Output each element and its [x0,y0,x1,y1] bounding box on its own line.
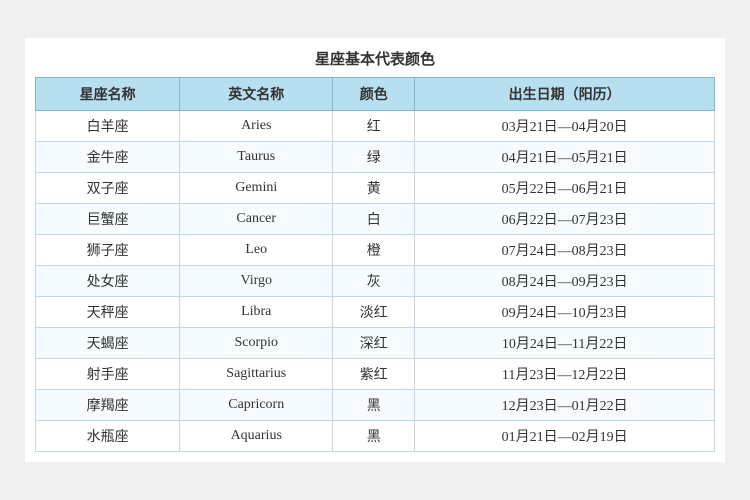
table-row: 摩羯座Capricorn黑12月23日—01月22日 [36,390,715,421]
header-color: 颜色 [333,78,415,111]
table-row: 金牛座Taurus绿04月21日—05月21日 [36,142,715,173]
cell-dates: 10月24日—11月22日 [415,328,715,359]
cell-zh: 摩羯座 [36,390,180,421]
cell-zh: 狮子座 [36,235,180,266]
cell-color: 绿 [333,142,415,173]
cell-dates: 11月23日—12月22日 [415,359,715,390]
cell-zh: 双子座 [36,173,180,204]
table-row: 巨蟹座Cancer白06月22日—07月23日 [36,204,715,235]
table-row: 处女座Virgo灰08月24日—09月23日 [36,266,715,297]
page-title: 星座基本代表颜色 [35,48,715,69]
cell-zh: 金牛座 [36,142,180,173]
cell-zh: 射手座 [36,359,180,390]
cell-color: 深红 [333,328,415,359]
cell-zh: 白羊座 [36,111,180,142]
cell-dates: 09月24日—10月23日 [415,297,715,328]
cell-zh: 天蝎座 [36,328,180,359]
header-dates: 出生日期（阳历） [415,78,715,111]
cell-dates: 04月21日—05月21日 [415,142,715,173]
cell-color: 黑 [333,390,415,421]
cell-en: Leo [180,235,333,266]
cell-en: Cancer [180,204,333,235]
header-en: 英文名称 [180,78,333,111]
cell-color: 黑 [333,421,415,452]
table-row: 狮子座Leo橙07月24日—08月23日 [36,235,715,266]
table-row: 射手座Sagittarius紫红11月23日—12月22日 [36,359,715,390]
cell-color: 黄 [333,173,415,204]
zodiac-table: 星座名称 英文名称 颜色 出生日期（阳历） 白羊座Aries红03月21日—04… [35,77,715,452]
cell-en: Capricorn [180,390,333,421]
cell-color: 红 [333,111,415,142]
cell-en: Gemini [180,173,333,204]
cell-dates: 08月24日—09月23日 [415,266,715,297]
cell-en: Libra [180,297,333,328]
cell-dates: 07月24日—08月23日 [415,235,715,266]
header-zh: 星座名称 [36,78,180,111]
cell-color: 橙 [333,235,415,266]
table-row: 水瓶座Aquarius黑01月21日—02月19日 [36,421,715,452]
cell-zh: 巨蟹座 [36,204,180,235]
cell-en: Aquarius [180,421,333,452]
cell-en: Aries [180,111,333,142]
cell-zh: 处女座 [36,266,180,297]
cell-color: 灰 [333,266,415,297]
cell-zh: 水瓶座 [36,421,180,452]
cell-dates: 12月23日—01月22日 [415,390,715,421]
cell-en: Sagittarius [180,359,333,390]
cell-dates: 03月21日—04月20日 [415,111,715,142]
table-row: 天蝎座Scorpio深红10月24日—11月22日 [36,328,715,359]
cell-color: 淡红 [333,297,415,328]
table-row: 白羊座Aries红03月21日—04月20日 [36,111,715,142]
cell-color: 紫红 [333,359,415,390]
cell-en: Taurus [180,142,333,173]
cell-zh: 天秤座 [36,297,180,328]
table-row: 天秤座Libra淡红09月24日—10月23日 [36,297,715,328]
cell-color: 白 [333,204,415,235]
table-header-row: 星座名称 英文名称 颜色 出生日期（阳历） [36,78,715,111]
cell-en: Scorpio [180,328,333,359]
main-container: 星座基本代表颜色 星座名称 英文名称 颜色 出生日期（阳历） 白羊座Aries红… [25,38,725,462]
cell-dates: 06月22日—07月23日 [415,204,715,235]
cell-en: Virgo [180,266,333,297]
cell-dates: 01月21日—02月19日 [415,421,715,452]
table-row: 双子座Gemini黄05月22日—06月21日 [36,173,715,204]
cell-dates: 05月22日—06月21日 [415,173,715,204]
